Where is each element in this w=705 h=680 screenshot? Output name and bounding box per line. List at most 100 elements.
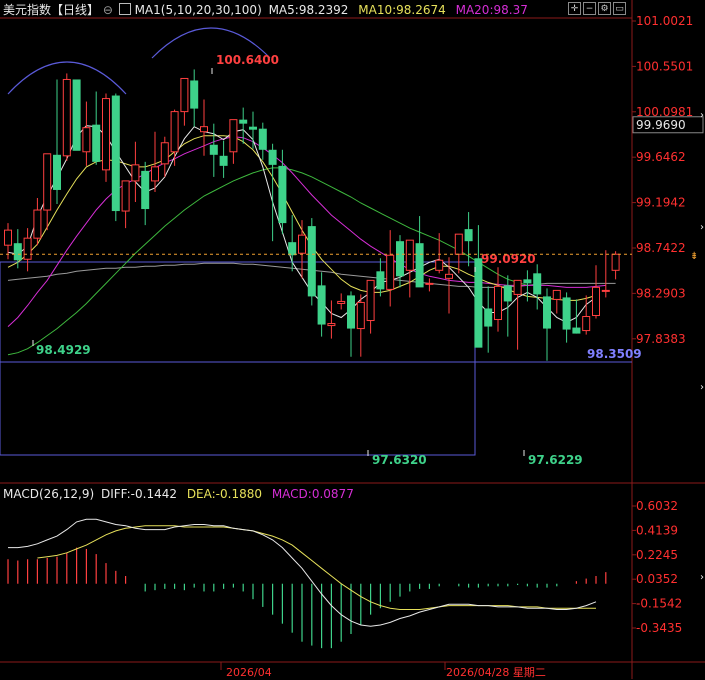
candle-body-down <box>72 79 81 151</box>
macd-header: MACD(26,12,9) DIFF:-0.1442 DEA:-0.1880 M… <box>3 487 354 501</box>
candle-body-down <box>543 296 551 329</box>
ma20-value: MA20:98.37 <box>455 3 528 17</box>
candle-body-down <box>278 165 287 224</box>
candle-body-up <box>337 300 346 304</box>
chart-header: 美元指数【日线】 ⊖ MA1(5,10,20,30,100) MA5:98.23… <box>3 3 528 17</box>
candle-body-up <box>121 180 130 212</box>
candle-body-up <box>592 286 600 317</box>
candle-body-up <box>62 78 71 157</box>
candle-body-up <box>180 77 189 113</box>
ma10-value: MA10:98.2674 <box>358 3 446 17</box>
candle-body-up <box>43 153 52 211</box>
macd-tick-label: 0.2245 <box>636 548 678 562</box>
price-tick-label: 99.6462 <box>636 150 686 164</box>
lock-icon[interactable]: ⊖ <box>103 3 113 17</box>
candle-body-up <box>386 254 395 290</box>
candle-body-up <box>151 166 159 182</box>
candle-body-up <box>494 285 502 321</box>
candle-body-up <box>611 253 620 271</box>
candle-body-down <box>347 295 355 329</box>
candle-body-down <box>219 155 228 166</box>
candle-body-up <box>229 119 238 153</box>
chart-type-icon[interactable] <box>118 3 131 15</box>
candle-body-down <box>572 327 581 334</box>
period-label[interactable]: 【日线】 <box>51 3 99 17</box>
date-label-1: 2026/04 <box>226 666 272 679</box>
candle-body-down <box>533 273 542 295</box>
date-label-2: 2026/04/28 星期二 <box>446 666 546 679</box>
macd-tick-label: 0.6032 <box>636 499 678 513</box>
current-price-value: 99.9690 <box>636 118 686 132</box>
candle-body-up <box>435 259 444 271</box>
candle-body-down <box>190 80 199 109</box>
edge-marker: › <box>700 110 704 121</box>
edge-marker: › <box>700 382 704 393</box>
candle-body-down <box>503 285 512 302</box>
candle-body-up <box>582 316 591 332</box>
candle-body-up <box>601 289 610 292</box>
candle-body-up <box>170 111 179 153</box>
annotation-label: 99.0920 <box>481 252 536 266</box>
candle-body-down <box>258 128 267 150</box>
candle-body-up <box>327 323 336 327</box>
candle-body-up <box>405 239 414 271</box>
candle-body-down <box>53 154 61 190</box>
edge-marker: › <box>700 572 704 583</box>
macd-tick-label: 0.0352 <box>636 572 678 586</box>
macd-tick-label: -0.1542 <box>636 597 682 611</box>
candle-body-up <box>33 209 42 239</box>
annotation-label: 98.4929 <box>36 343 91 357</box>
settings-icon[interactable]: ⚙ <box>598 2 611 15</box>
annotation-label: 97.6320 <box>372 453 427 467</box>
current-price-marker: ⇟ <box>690 251 698 262</box>
candle-body-down <box>562 297 571 330</box>
price-tick-label: 98.7422 <box>636 241 686 255</box>
candle-body-up <box>356 301 365 330</box>
candle-body-up <box>200 126 208 133</box>
annotation-label: 98.3509 <box>587 347 642 361</box>
candle-body-up <box>513 279 522 295</box>
candle-body-down <box>249 126 257 130</box>
candle-body-down <box>92 124 101 162</box>
candle-body-down <box>396 241 404 277</box>
ma-settings-label[interactable]: MA1(5,10,20,30,100) <box>135 3 262 17</box>
candle-body-up <box>4 229 12 246</box>
candle-body-up <box>445 273 453 279</box>
candle-body-up <box>102 98 110 171</box>
candle-body-down <box>288 242 297 256</box>
macd-macd-value: MACD:0.0877 <box>271 487 354 501</box>
candle-body-up <box>425 282 434 285</box>
candle-body-down <box>415 243 424 288</box>
price-tick-label: 99.1942 <box>636 196 686 210</box>
candle-body-down <box>268 149 277 165</box>
macd-dea-value: DEA:-0.1880 <box>186 487 262 501</box>
macd-tick-label: -0.3435 <box>636 621 682 635</box>
candle-body-up <box>552 289 561 300</box>
candle-body-down <box>376 271 385 290</box>
candle-body-down <box>523 279 532 284</box>
candle-body-down <box>317 285 326 325</box>
candle-body-down <box>307 226 316 297</box>
macd-diff-value: DIFF:-0.1442 <box>100 487 177 501</box>
price-tick-label: 101.0021 <box>636 14 693 28</box>
macd-label[interactable]: MACD(26,12,9) <box>3 487 94 501</box>
candle-body-down <box>464 229 473 242</box>
minus-icon[interactable]: − <box>583 2 596 15</box>
zoom-icon[interactable]: ✛ <box>568 2 581 15</box>
candlestick-chart[interactable]: 100.6400 99.0920 98.4929 97.6320 97.6229 98.3… <box>0 0 705 679</box>
candle-body-down <box>111 95 120 212</box>
candle-body-down <box>239 119 248 124</box>
candle-body-down <box>13 243 22 261</box>
candle-body-up <box>23 237 32 260</box>
candle-body-down <box>474 258 483 348</box>
macd-tick-label: 0.4139 <box>636 523 678 537</box>
candle-body-up <box>366 279 375 322</box>
annotation-label: 97.6229 <box>528 453 583 467</box>
candle-body-down <box>484 308 493 327</box>
price-tick-label: 100.5501 <box>636 59 693 73</box>
panel-icon[interactable]: ▭ <box>613 2 626 15</box>
candle-body-up <box>454 233 463 255</box>
candle-body-up <box>160 142 169 165</box>
symbol-name[interactable]: 美元指数 <box>3 3 51 17</box>
candle-body-up <box>82 127 91 153</box>
